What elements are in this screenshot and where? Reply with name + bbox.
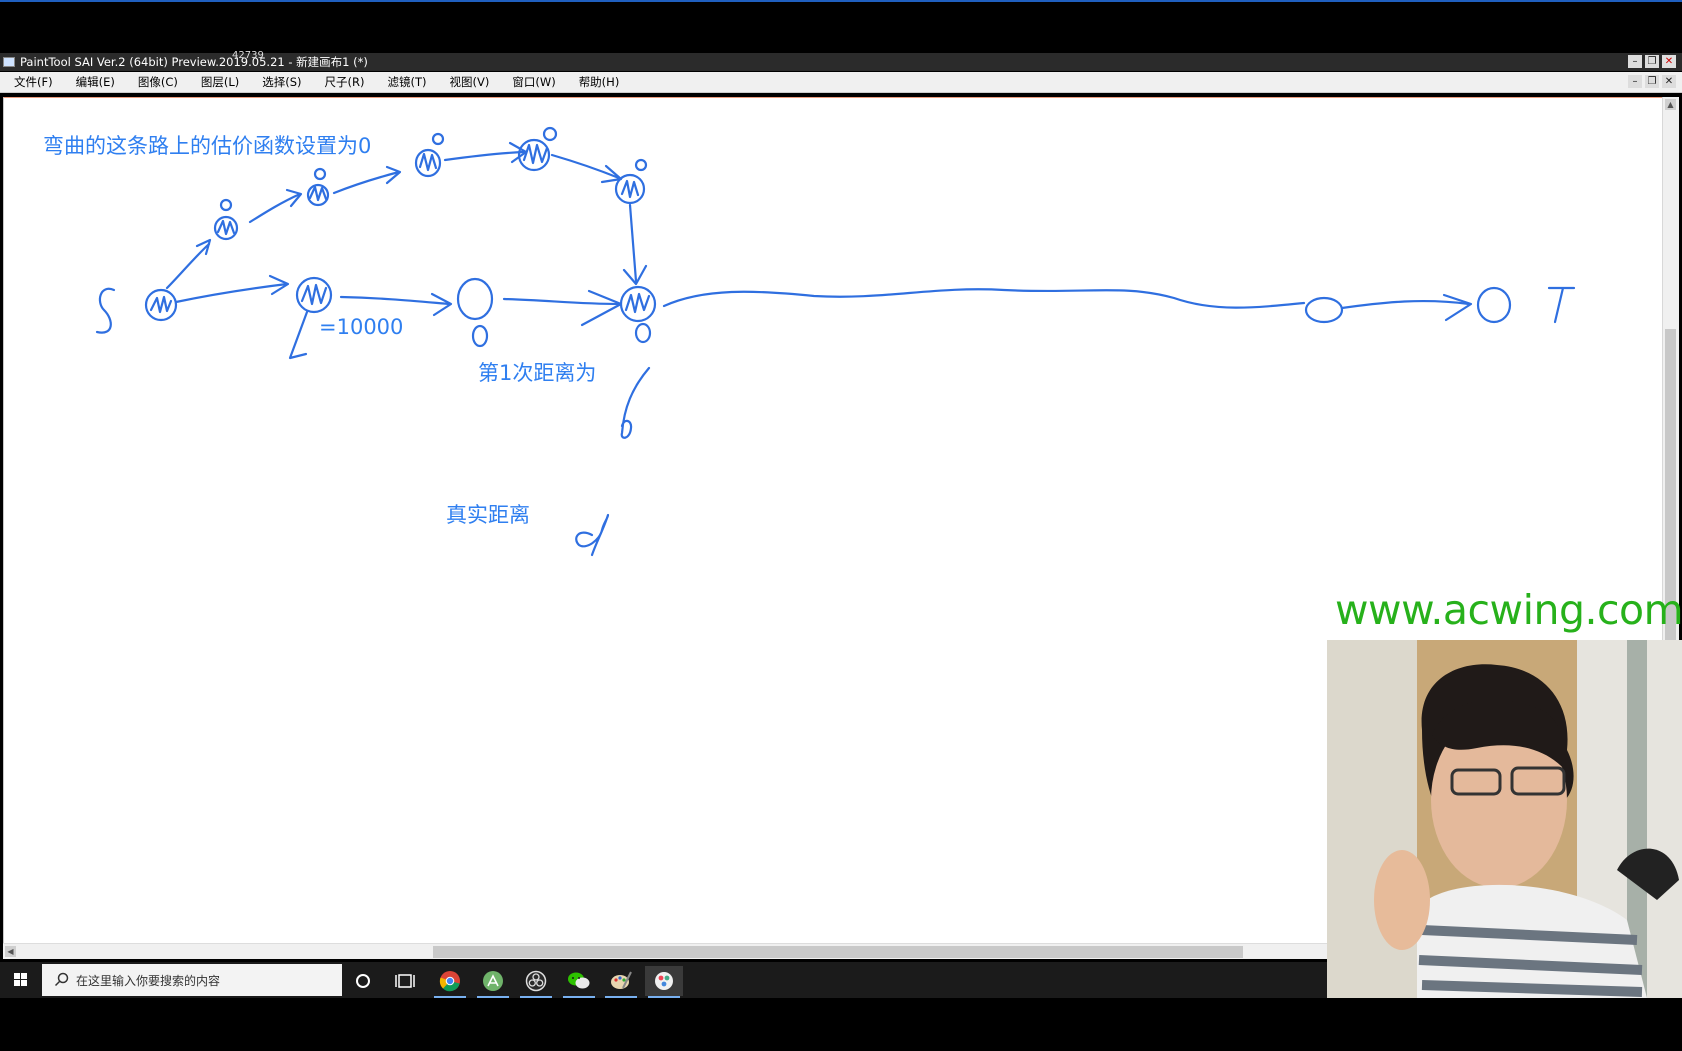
scroll-left-arrow-icon[interactable]: ◀ [5,946,16,957]
document-window-controls: – ❐ ✕ [1628,75,1676,88]
wechat-icon[interactable] [560,966,598,998]
node-start-scribble [149,295,173,314]
active-indicator [477,996,509,998]
handwritten-six [620,366,651,439]
overlay-number: 42739 [232,50,264,61]
handwritten-s [95,287,116,334]
window-title: PaintTool SAI Ver.2 (64bit) Preview.2019… [20,55,368,69]
menu-select[interactable]: 选择(S) [260,72,310,92]
menu-edit[interactable]: 编辑(E) [74,72,124,92]
node-mid-h [471,324,489,348]
title-window-controls: – ❐ ✕ [1628,55,1676,68]
node-near-t [1304,296,1344,324]
windows-logo-icon [14,973,27,986]
active-indicator [434,996,466,998]
edge-to-o [1340,299,1471,310]
doc-minimize-button[interactable]: – [1628,75,1642,88]
handwritten-t [1547,286,1576,324]
restore-button[interactable]: ❐ [1645,55,1659,68]
node-x [619,285,657,323]
menu-help[interactable]: 帮助(H) [577,72,629,92]
edge-mid-x [502,297,621,306]
active-indicator [563,996,595,998]
close-button[interactable]: ✕ [1662,55,1676,68]
edge-up5-x [628,203,638,283]
paint-icon[interactable] [602,966,640,998]
screen-border [0,0,1682,2]
sai-icon[interactable] [645,966,683,998]
app-store-icon[interactable] [474,966,512,998]
menu-window[interactable]: 窗口(W) [510,72,564,92]
minimize-button[interactable]: – [1628,55,1642,68]
start-button[interactable] [0,962,40,998]
menu-image[interactable]: 图像(C) [136,72,187,92]
app-icon [3,57,15,67]
edge-s-up [165,242,211,290]
edge-up3-up4 [443,150,526,162]
edge-s-l [174,282,289,304]
curved-path-note: 弯曲的这条路上的估价函数设置为0 [43,134,372,158]
active-indicator [520,996,552,998]
doc-close-button[interactable]: ✕ [1662,75,1676,88]
node-up5 [614,173,646,205]
menu-filter[interactable]: 滤镜(T) [386,72,436,92]
chrome-icon[interactable] [431,966,469,998]
handwritten-l [288,310,309,360]
edge-long-wavy [662,288,1306,309]
menu-layer[interactable]: 图层(L) [199,72,248,92]
taskbar-search-box[interactable]: 在这里输入你要搜索的内容 [42,964,342,996]
obs-icon[interactable] [517,966,555,998]
menu-file[interactable]: 文件(F) [12,72,62,92]
title-bar[interactable]: PaintTool SAI Ver.2 (64bit) Preview.2019… [0,50,1682,71]
node-x-h [634,322,652,344]
task-view-icon[interactable] [386,966,424,996]
edge-l-mid [339,295,451,306]
taskbar: 在这里输入你要搜索的内容 [0,962,1330,998]
active-indicator [605,996,637,998]
active-indicator [648,996,680,998]
search-placeholder: 在这里输入你要搜索的内容 [76,974,221,988]
search-icon [54,972,69,987]
handwritten-four [575,513,610,557]
edge-up1-up2 [248,192,302,224]
scroll-up-arrow-icon[interactable]: ▲ [1665,99,1676,110]
presenter-video-image [1327,640,1682,998]
real-distance-label: 真实距离 [446,503,530,527]
menu-ruler[interactable]: 尺子(R) [323,72,374,92]
menu-items: 文件(F) 编辑(E) 图像(C) 图层(L) 选择(S) 尺子(R) 滤镜(T… [12,72,640,92]
menu-view[interactable]: 视图(V) [448,72,499,92]
node-up3 [414,148,442,178]
screen: PaintTool SAI Ver.2 (64bit) Preview.2019… [0,0,1682,1051]
edge-up4-up5 [550,153,621,180]
first-distance-label: 第1次距离为 [478,361,597,385]
node-mid [456,277,494,321]
menu-bar: 文件(F) 编辑(E) 图像(C) 图层(L) 选择(S) 尺子(R) 滤镜(T… [0,72,1682,93]
watermark-text: www.acwing.com [1335,586,1682,634]
doc-restore-button[interactable]: ❐ [1645,75,1659,88]
horizontal-scroll-thumb[interactable] [433,946,1243,958]
edge-weight-label: =10000 [319,315,404,339]
node-o [1476,286,1512,324]
node-up1 [213,215,239,241]
webcam-overlay [1327,640,1682,998]
cortana-icon[interactable] [344,966,382,996]
